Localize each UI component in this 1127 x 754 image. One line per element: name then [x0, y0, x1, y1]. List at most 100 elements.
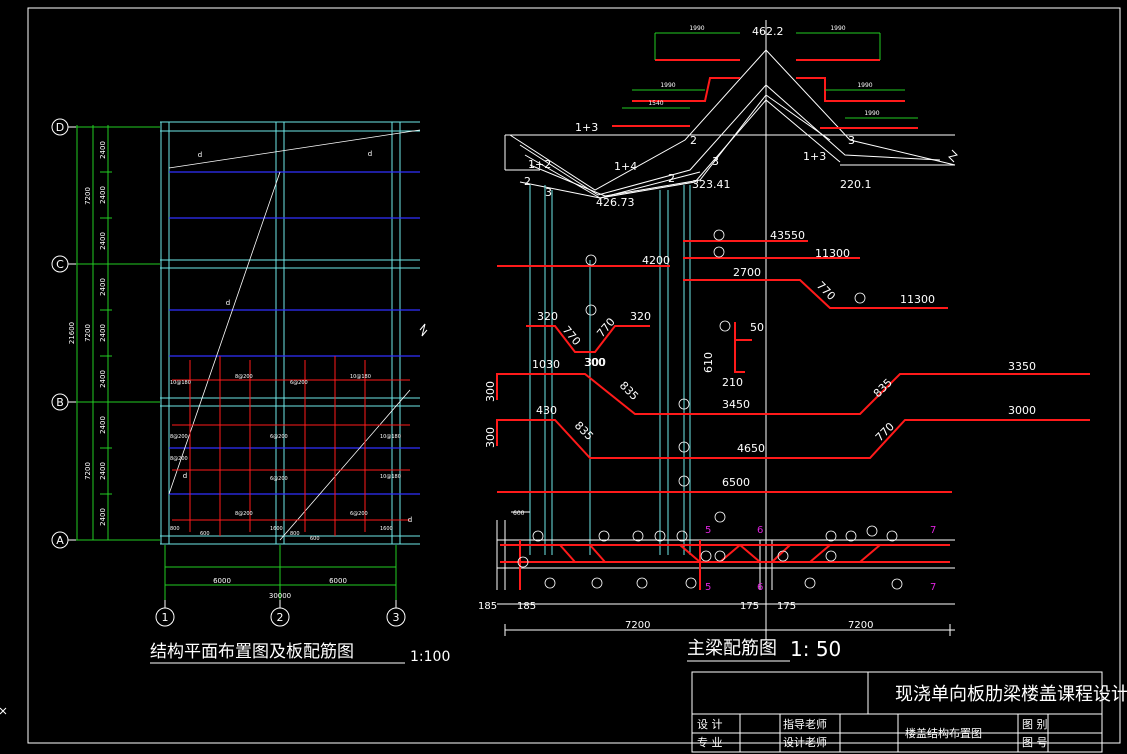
bar-length: 43550	[770, 229, 805, 242]
bar8-length: 6500	[722, 476, 750, 489]
section-mark: 6	[757, 582, 763, 593]
structural-plan: D C B A 1 2 3 21600 7200 7200 7200 2400 …	[51, 118, 450, 665]
load-case-label: 1+4	[614, 160, 637, 173]
dim-bay-2: 7200	[84, 324, 92, 342]
dim-span-7: 2400	[99, 416, 107, 434]
slab-label: 1600	[380, 526, 393, 532]
section-mark: 7	[930, 582, 936, 593]
slab-label: 800	[170, 526, 180, 532]
slab-label: 10@180	[380, 434, 401, 440]
axis-label-d: D	[56, 121, 64, 134]
slab-label: 6@200	[290, 380, 308, 386]
slab-label: 6@200	[270, 476, 288, 482]
bar7-dim: 835	[572, 419, 596, 443]
title-block-label: 专 业	[697, 735, 723, 749]
dim-overall-height: 21600	[68, 322, 76, 344]
drawing-name: 楼盖结构布置图	[905, 726, 982, 740]
beam-elevation: 5 6 7 5 6 7 185 185 175 175 7200 7200 60…	[478, 510, 955, 636]
slab-label: 10@180	[170, 380, 191, 386]
bar6-dim: 1030	[532, 358, 560, 371]
slab-rebar-labels: 10@180 8@200 6@200 10@180 8@200 6@200 10…	[170, 374, 401, 542]
bar7-dim: 430	[536, 404, 557, 417]
axis-label-c: C	[56, 258, 64, 271]
bar6-dim: 300	[484, 381, 497, 402]
moment-peak-value: 462.2	[752, 25, 784, 38]
mark-label: 3	[712, 155, 719, 168]
slab-label: 600	[200, 531, 210, 537]
diag-label-1: d	[198, 151, 202, 159]
slab-label: 8@200	[170, 434, 188, 440]
mark-label: 3	[848, 134, 855, 147]
bar6-dim: 3450	[722, 398, 750, 411]
diag-label-2: d	[368, 150, 372, 158]
title-block-label: 设 计	[697, 718, 723, 731]
cad-drawing-canvas: D C B A 1 2 3 21600 7200 7200 7200 2400 …	[0, 7, 1127, 753]
bar-length: 11300	[900, 293, 935, 306]
load-case-label: 1+3	[803, 150, 826, 163]
dim-span-2: 2400	[99, 186, 107, 204]
dim-bottom-1: 6000	[213, 577, 231, 585]
title-block-label: 指导老师	[783, 717, 827, 731]
green-dim-label: 1990	[857, 82, 872, 89]
beam-dim: 185	[478, 601, 497, 612]
bar6-dim: 835	[617, 379, 641, 403]
slab-label: 6@200	[270, 434, 288, 440]
mark-label: 2	[668, 172, 675, 185]
slab-label: 600	[310, 536, 320, 542]
title-block-label: 图 别	[1022, 718, 1048, 731]
beam-dim: 600	[513, 510, 525, 517]
dim-span-5: 2400	[99, 324, 107, 342]
bar7-dim: 3000	[1008, 404, 1036, 417]
load-case-label: 1+2	[528, 158, 551, 171]
axis-label-2: 2	[277, 611, 284, 624]
slab-label: 10@180	[350, 374, 371, 380]
title-block: 现浇单向板肋梁楼盖课程设计 设 计 指导老师 楼盖结构布置图 图 别 专 业 设…	[691, 671, 1127, 753]
load-case-label: 1+3	[575, 121, 598, 134]
bar7-dim: 4650	[737, 442, 765, 455]
bar7-dim: 300	[484, 427, 497, 448]
dim-span-1: 2400	[99, 141, 107, 159]
green-dim-label: 1990	[660, 82, 675, 89]
dim-bottom-total: 30000	[269, 592, 291, 600]
slab-label: 10@180	[380, 474, 401, 480]
diag-label-3: d	[226, 299, 230, 307]
break-mark	[419, 323, 428, 337]
project-title: 现浇单向板肋梁楼盖课程设计	[895, 684, 1127, 705]
bar6-dim: 835	[871, 376, 895, 400]
dim-span-9: 2400	[99, 508, 107, 526]
slab-label: 1600	[270, 526, 283, 532]
plan-dimension-lines	[70, 125, 397, 600]
dim-bay-1: 7200	[84, 187, 92, 205]
dim-span-3: 2400	[99, 232, 107, 250]
green-dim-label: 1990	[830, 25, 845, 32]
section-mark: 5	[705, 525, 711, 536]
green-dim-label: 1990	[864, 110, 879, 117]
moment-value: 323.41	[692, 178, 731, 191]
slab-label: 8@200	[235, 374, 253, 380]
plan-grid-beams	[160, 121, 420, 545]
beam-dim: 7200	[625, 620, 650, 631]
green-dim-label: 1540	[648, 100, 663, 107]
beam-dim: 175	[740, 601, 759, 612]
diag-label-4: d	[183, 472, 187, 480]
axis-label-1: 1	[162, 611, 169, 624]
moment-value: 220.1	[840, 178, 872, 191]
bar-length: 11300	[815, 247, 850, 260]
axis-label-3: 3	[393, 611, 400, 624]
bar6-dim: 300	[585, 356, 606, 369]
slab-label: 6@200	[350, 511, 368, 517]
stirrup-dim: 210	[722, 376, 743, 389]
section-mark: 7	[930, 525, 936, 536]
beam-title: 主梁配筋图	[687, 638, 777, 659]
dim-bay-3: 7200	[84, 462, 92, 480]
stirrup-dim: 50	[750, 321, 764, 334]
beam-dim: 7200	[848, 620, 873, 631]
beam-reinforcement: 1990 1990 1990 1990 1540 1990 462.2 323.…	[478, 20, 1090, 662]
bar-length: 2700	[733, 266, 761, 279]
beam-dim: 185	[517, 601, 536, 612]
stirrup-dim: 610	[702, 352, 715, 373]
moment-value: 426.73	[596, 196, 635, 209]
green-dim-label: 1990	[689, 25, 704, 32]
plan-secondary-beams	[169, 171, 420, 495]
slab-label: 8@200	[170, 456, 188, 462]
